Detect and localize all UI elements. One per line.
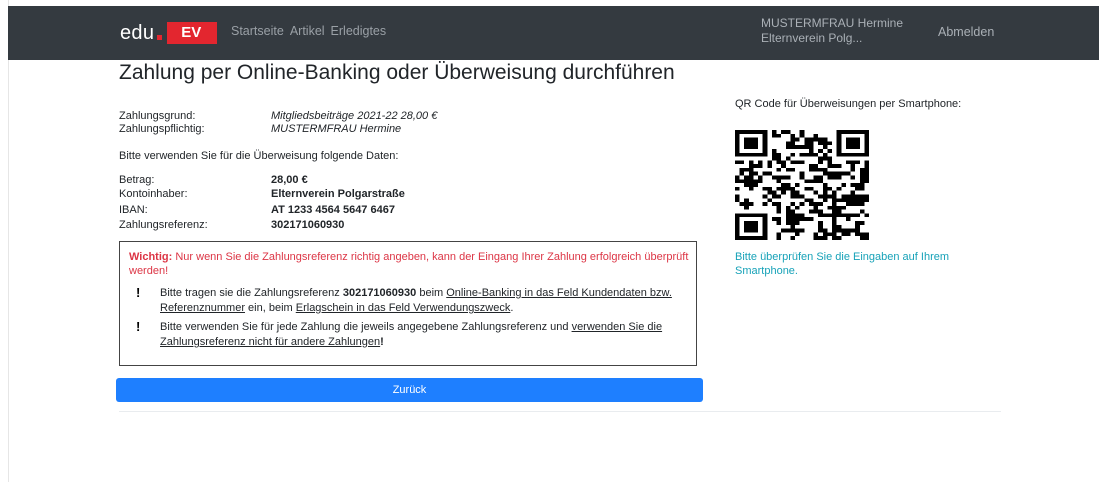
iban-value: AT 1233 4564 5647 6467	[271, 204, 395, 216]
brand-edu-text: edu	[120, 21, 155, 44]
user-name: MUSTERMFRAU Hermine	[761, 16, 904, 30]
brand-logo[interactable]: edu EV	[120, 21, 218, 45]
holder-value: Elternverein Polgarstraße	[271, 188, 405, 200]
back-button[interactable]: Zurück	[116, 378, 703, 402]
nav-links: Startseite Artikel Erledigtes	[231, 24, 386, 38]
exclamation-icon: !	[136, 285, 141, 300]
warning-strong: Wichtig:	[129, 251, 173, 263]
reason-label: Zahlungsgrund:	[119, 110, 196, 122]
page-title: Zahlung per Online-Banking oder Überweis…	[119, 61, 675, 84]
bullet1-reference: 302171060930	[342, 287, 417, 299]
bullet2-end: !	[380, 336, 384, 348]
ref-label: Zahlungsreferenz:	[119, 219, 208, 231]
transfer-instruction: Bitte verwenden Sie für die Überweisung …	[119, 150, 399, 162]
user-org: Elternverein Polg...	[761, 31, 863, 45]
exclamation-icon: !	[136, 319, 141, 334]
top-navbar: edu EV Startseite Artikel Erledigtes MUS…	[8, 6, 1099, 60]
amount-label: Betrag:	[119, 174, 155, 186]
qr-label: QR Code für Überweisungen per Smartphone…	[735, 98, 962, 110]
bullet1-text-c: ein, beim	[248, 302, 293, 314]
brand-ev-badge: EV	[167, 22, 218, 44]
ref-value: 302171060930	[271, 219, 345, 231]
page-left-border	[8, 0, 9, 482]
warning-bullet-2: ! Bitte verwenden Sie für jede Zahlung d…	[136, 319, 691, 352]
bullet1-erlagschein-hint: Erlagschein in das Feld Verwendungszweck	[295, 302, 511, 314]
warning-text: Wichtig: Nur wenn Sie die Zahlungsrefere…	[129, 250, 689, 278]
bullet1-text-a: Bitte tragen sie die Zahlungsreferenz	[160, 287, 340, 299]
iban-label: IBAN:	[119, 204, 148, 216]
bullet1-end: .	[510, 302, 514, 314]
holder-label: Kontoinhaber:	[119, 188, 188, 200]
amount-value: 28,00 €	[271, 174, 308, 186]
bullet1-text-b: beim	[419, 287, 444, 299]
qr-code-image	[735, 130, 869, 240]
reason-value: Mitgliedsbeiträge 2021-22 28,00 €	[271, 110, 438, 122]
warning-bullet-1: ! Bitte tragen sie die Zahlungsreferenz …	[136, 285, 691, 318]
warning-box: Wichtig: Nur wenn Sie die Zahlungsrefere…	[119, 241, 697, 366]
nav-link-artikel[interactable]: Artikel	[290, 24, 325, 38]
payer-value: MUSTERMFRAU Hermine	[271, 123, 402, 135]
payer-label: Zahlungspflichtig:	[119, 123, 205, 135]
bullet2-text-a: Bitte verwenden Sie für jede Zahlung die…	[160, 321, 569, 333]
logout-link[interactable]: Abmelden	[938, 25, 994, 39]
warning-message: Nur wenn Sie die Zahlungsreferenz richti…	[129, 251, 689, 277]
brand-dot	[157, 34, 163, 40]
qr-note: Bitte überprüfen Sie die Eingaben auf Ih…	[735, 251, 950, 277]
divider	[119, 411, 1001, 412]
user-info: MUSTERMFRAU Hermine Elternverein Polg...	[761, 16, 903, 46]
nav-link-startseite[interactable]: Startseite	[231, 24, 284, 38]
nav-link-erledigtes[interactable]: Erledigtes	[331, 24, 387, 38]
